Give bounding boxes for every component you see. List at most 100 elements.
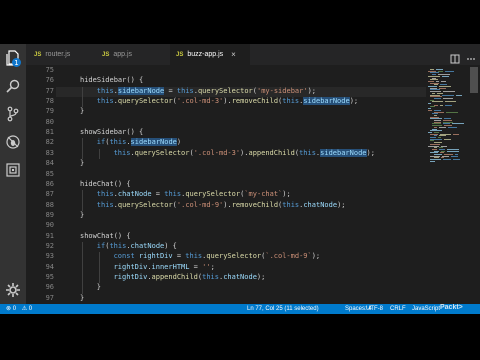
code-line: if(this.chatNode) {: [97, 242, 177, 252]
code-token: '.col-md-9': [176, 200, 224, 209]
more-actions-icon[interactable]: [466, 49, 476, 60]
code-token: this: [96, 200, 114, 209]
code-token: );: [366, 148, 375, 157]
vscode-window: 1 JS router.js JS app.js JS buzz-app.js …: [0, 44, 480, 314]
minimap-line: [447, 150, 459, 152]
language-mode[interactable]: JavaScript: [412, 304, 440, 314]
code-token: .: [126, 138, 131, 147]
code-token: );: [337, 200, 346, 209]
vertical-scrollbar[interactable]: [468, 65, 480, 304]
code-line: }: [80, 294, 84, 304]
code-token: hideSidebar() {: [80, 76, 144, 85]
code-token: showChat() {: [80, 231, 131, 240]
code-line: this.chatNode = this.querySelector(`my-c…: [97, 190, 291, 200]
tab-buzz-app-js[interactable]: JS buzz-app.js ×: [170, 44, 250, 65]
code-token: querySelector: [197, 86, 253, 95]
tab-app-js[interactable]: JS app.js: [102, 44, 162, 65]
line-number: 84: [45, 159, 54, 168]
code-token: rightDiv: [113, 262, 148, 271]
tab-bar: JS router.js JS app.js JS buzz-app.js ×: [26, 44, 480, 65]
debug-icon[interactable]: [5, 134, 21, 150]
minimap-line: [442, 94, 454, 96]
minimap-line: [456, 94, 462, 96]
code-line: }: [97, 283, 101, 293]
indent-guide: [98, 252, 100, 284]
tab-router-js[interactable]: JS router.js: [34, 44, 94, 65]
minimap-line: [444, 138, 451, 140]
encoding-status[interactable]: UTF-8: [366, 304, 383, 314]
line-number: 81: [45, 128, 54, 137]
code-token: querySelector: [117, 97, 173, 106]
code-token: const: [113, 252, 135, 261]
code-token: showSidebar() {: [80, 128, 144, 137]
minimap[interactable]: [426, 65, 468, 304]
code-token: =: [172, 252, 186, 261]
search-icon[interactable]: [5, 78, 21, 94]
errors-status[interactable]: ⊗ 0 ⚠ 0: [6, 304, 32, 314]
code-line: this.querySelector('.col-md-9').removeCh…: [97, 201, 346, 211]
line-number: 90: [45, 221, 54, 230]
tab-label: router.js: [45, 51, 71, 58]
code-token: this: [96, 190, 114, 199]
code-token: rightDiv: [138, 252, 173, 261]
code-token: ): [176, 138, 182, 147]
cursor-position[interactable]: Ln 77, Col 25 (11 selected): [247, 304, 319, 314]
code-token: );: [256, 273, 266, 281]
line-number: 76: [45, 76, 54, 85]
code-line: const rightDiv = this.querySelector(`.co…: [114, 252, 321, 262]
code-token: }: [80, 107, 85, 116]
minimap-line: [445, 101, 456, 103]
line-number: 93: [45, 252, 54, 261]
minimap-line: [443, 91, 455, 93]
code-token: ;: [210, 262, 215, 271]
code-line: hideChat() {: [80, 180, 131, 190]
code-token: this: [185, 252, 203, 261]
scrollbar-thumb[interactable]: [470, 67, 478, 93]
code-token: removeChild: [231, 200, 279, 209]
line-number: 87: [45, 190, 54, 199]
code-line: }: [80, 211, 84, 221]
minimap-line: [432, 101, 443, 103]
minimap-line: [428, 109, 432, 111]
line-number: 88: [45, 200, 54, 209]
line-number: 89: [45, 210, 54, 219]
code-token: chatNode: [130, 241, 165, 250]
line-number: 97: [45, 293, 54, 302]
settings-gear-icon[interactable]: [5, 282, 21, 298]
line-number: 82: [45, 138, 54, 147]
code-token: this: [282, 97, 300, 106]
code-line: this.sidebarNode = this.querySelector('m…: [97, 86, 316, 97]
eol-status[interactable]: CRLF: [390, 304, 406, 314]
code-token: }: [80, 293, 85, 302]
code-line: if(this.sidebarNode): [97, 138, 181, 148]
code-token: this: [282, 200, 300, 209]
extensions-icon[interactable]: [5, 162, 21, 178]
minimap-line: [445, 70, 454, 72]
close-icon[interactable]: ×: [231, 50, 236, 59]
code-token: 'my-sidebar': [256, 86, 308, 95]
code-token: this: [299, 148, 316, 157]
code-editor[interactable]: 75 76 77 78 79 80 81 82 83 84 85 86 87 88 89 90 91 92 93 94…: [26, 65, 426, 304]
line-number: 75: [45, 66, 54, 74]
code-line: this.querySelector('.col-md-3').removeCh…: [97, 97, 358, 107]
line-number: 94: [45, 262, 54, 271]
code-token: `.col-md-9`: [265, 252, 312, 261]
code-token: rightDiv: [113, 273, 148, 281]
code-token: );: [349, 97, 359, 106]
line-number: 85: [45, 169, 54, 178]
code-token: );: [307, 86, 316, 95]
code-token: hideChat() {: [80, 179, 131, 188]
code-token: ) {: [164, 241, 177, 250]
code-token: sidebarNode: [320, 148, 367, 157]
split-editor-icon[interactable]: [450, 49, 460, 64]
code-token: chatNode: [223, 273, 257, 281]
editor-actions: [450, 49, 476, 64]
code-token: appendChild: [248, 148, 295, 157]
git-icon[interactable]: [5, 106, 21, 122]
code-token: sidebarNode: [130, 138, 177, 147]
line-number: 95: [45, 273, 54, 281]
warning-icon: ⚠: [21, 306, 28, 312]
code-token: querySelector: [185, 190, 241, 199]
code-line: }: [80, 159, 84, 169]
indent-guide: [82, 241, 83, 294]
